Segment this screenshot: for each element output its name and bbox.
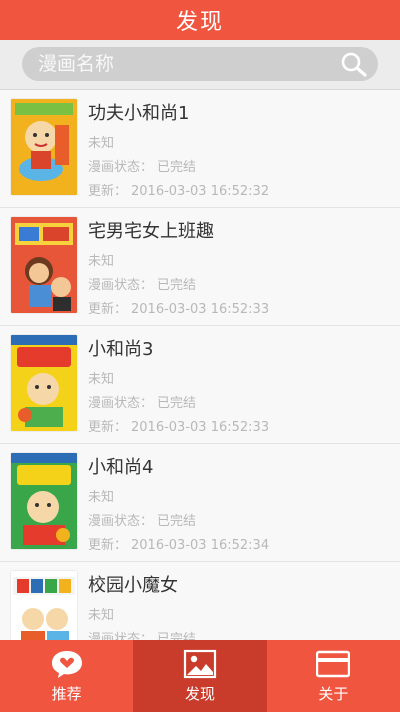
- comic-title: 小和尚4: [88, 457, 154, 478]
- status-label: 漫画状态：: [88, 278, 154, 293]
- update-label: 更新：: [88, 420, 128, 435]
- status-value: 已完结: [157, 632, 197, 640]
- comic-cover: [11, 453, 77, 549]
- cover-image-3: [11, 335, 77, 431]
- status-value: 已完结: [157, 160, 197, 175]
- comic-title: 校园小魔女: [88, 575, 178, 596]
- comic-info: 校园小魔女 未知 漫画状态： 已完结: [88, 574, 200, 640]
- cover-image-5: [11, 571, 77, 640]
- comic-status: 漫画状态： 已完结: [88, 628, 200, 640]
- comic-update: 更新： 2016-03-03 16:52:32: [88, 180, 273, 199]
- comic-cover: [11, 335, 77, 431]
- tab-label: 推荐: [51, 684, 82, 703]
- comic-author: 未知: [88, 372, 115, 387]
- comic-title: 功夫小和尚1: [88, 103, 190, 124]
- update-label: 更新：: [88, 302, 128, 317]
- comic-status: 漫画状态： 已完结: [88, 392, 273, 411]
- comic-status: 漫画状态： 已完结: [88, 156, 273, 175]
- status-label: 漫画状态：: [88, 632, 154, 640]
- update-label: 更新：: [88, 538, 128, 553]
- comic-list[interactable]: 功夫小和尚1 未知 漫画状态： 已完结 更新： 2016-03-03 16:52:3…: [0, 90, 400, 640]
- card-icon: [316, 650, 351, 677]
- comic-info: 小和尚3 未知 漫画状态： 已完结 更新： 2016-03-03 16:52:33: [88, 338, 273, 435]
- tab-discover[interactable]: 发现: [133, 640, 267, 712]
- search-input[interactable]: [38, 53, 328, 75]
- list-item[interactable]: 功夫小和尚1 未知 漫画状态： 已完结 更新： 2016-03-03 16:52:3…: [0, 90, 400, 208]
- comic-info: 宅男宅女上班趣 未知 漫画状态： 已完结 更新： 2016-03-03 16:52:…: [88, 220, 273, 317]
- comic-status: 漫画状态： 已完结: [88, 274, 273, 293]
- comic-cover: [11, 217, 77, 313]
- cover-image-4: [11, 453, 77, 549]
- status-value: 已完结: [157, 396, 197, 411]
- list-item[interactable]: 小和尚3 未知 漫画状态： 已完结 更新： 2016-03-03 16:52:33: [0, 326, 400, 444]
- comic-author: 未知: [88, 254, 115, 269]
- status-label: 漫画状态：: [88, 160, 154, 175]
- search-box[interactable]: [22, 47, 378, 81]
- status-value: 已完结: [157, 278, 197, 293]
- cover-image-1: [11, 99, 77, 195]
- comic-info: 功夫小和尚1 未知 漫画状态： 已完结 更新： 2016-03-03 16:52:3…: [88, 102, 273, 199]
- header: 发现: [0, 0, 400, 40]
- list-item[interactable]: 宅男宅女上班趣 未知 漫画状态： 已完结 更新： 2016-03-03 16:52:…: [0, 208, 400, 326]
- comic-status: 漫画状态： 已完结: [88, 510, 273, 529]
- comic-update: 更新： 2016-03-03 16:52:33: [88, 416, 273, 435]
- update-value: 2016-03-03 16:52:32: [131, 184, 270, 199]
- update-value: 2016-03-03 16:52:34: [131, 538, 270, 553]
- page-title: 发现: [175, 10, 224, 35]
- heart-chat-icon: [51, 650, 82, 678]
- comic-cover: [11, 99, 77, 195]
- status-value: 已完结: [157, 514, 197, 529]
- search-bar: [0, 40, 400, 90]
- comic-info: 小和尚4 未知 漫画状态： 已完结 更新： 2016-03-03 16:52:34: [88, 456, 273, 553]
- comic-update: 更新： 2016-03-03 16:52:34: [88, 534, 273, 553]
- tab-label: 关于: [318, 684, 349, 703]
- list-item[interactable]: 小和尚4 未知 漫画状态： 已完结 更新： 2016-03-03 16:52:34: [0, 444, 400, 562]
- app: 发现 漫画名称 功夫小和尚1 未知 漫画状态： 已完结 更新： 2016-03-…: [0, 0, 400, 712]
- list-item[interactable]: 校园小魔女 未知 漫画状态： 已完结: [0, 562, 400, 640]
- comic-author: 未知: [88, 608, 115, 623]
- update-value: 2016-03-03 16:52:33: [131, 420, 270, 435]
- cover-image-2: [11, 217, 77, 313]
- update-value: 2016-03-03 16:52:33: [131, 302, 270, 317]
- bottom-nav: 推荐 发现 关于: [0, 640, 400, 712]
- comic-update: 更新： 2016-03-03 16:52:33: [88, 298, 273, 317]
- comic-title: 宅男宅女上班趣: [88, 221, 214, 242]
- tab-recommend[interactable]: 推荐: [0, 640, 133, 712]
- tab-label: 发现: [184, 684, 215, 703]
- comic-author: 未知: [88, 490, 115, 505]
- comic-title: 小和尚3: [88, 339, 154, 360]
- status-label: 漫画状态：: [88, 514, 154, 529]
- comic-author: 未知: [88, 136, 115, 151]
- search-icon[interactable]: [340, 51, 368, 77]
- update-label: 更新：: [88, 184, 128, 199]
- picture-icon: [183, 649, 217, 678]
- comic-cover: [11, 571, 77, 640]
- tab-about[interactable]: 关于: [267, 640, 400, 712]
- status-label: 漫画状态：: [88, 396, 154, 411]
